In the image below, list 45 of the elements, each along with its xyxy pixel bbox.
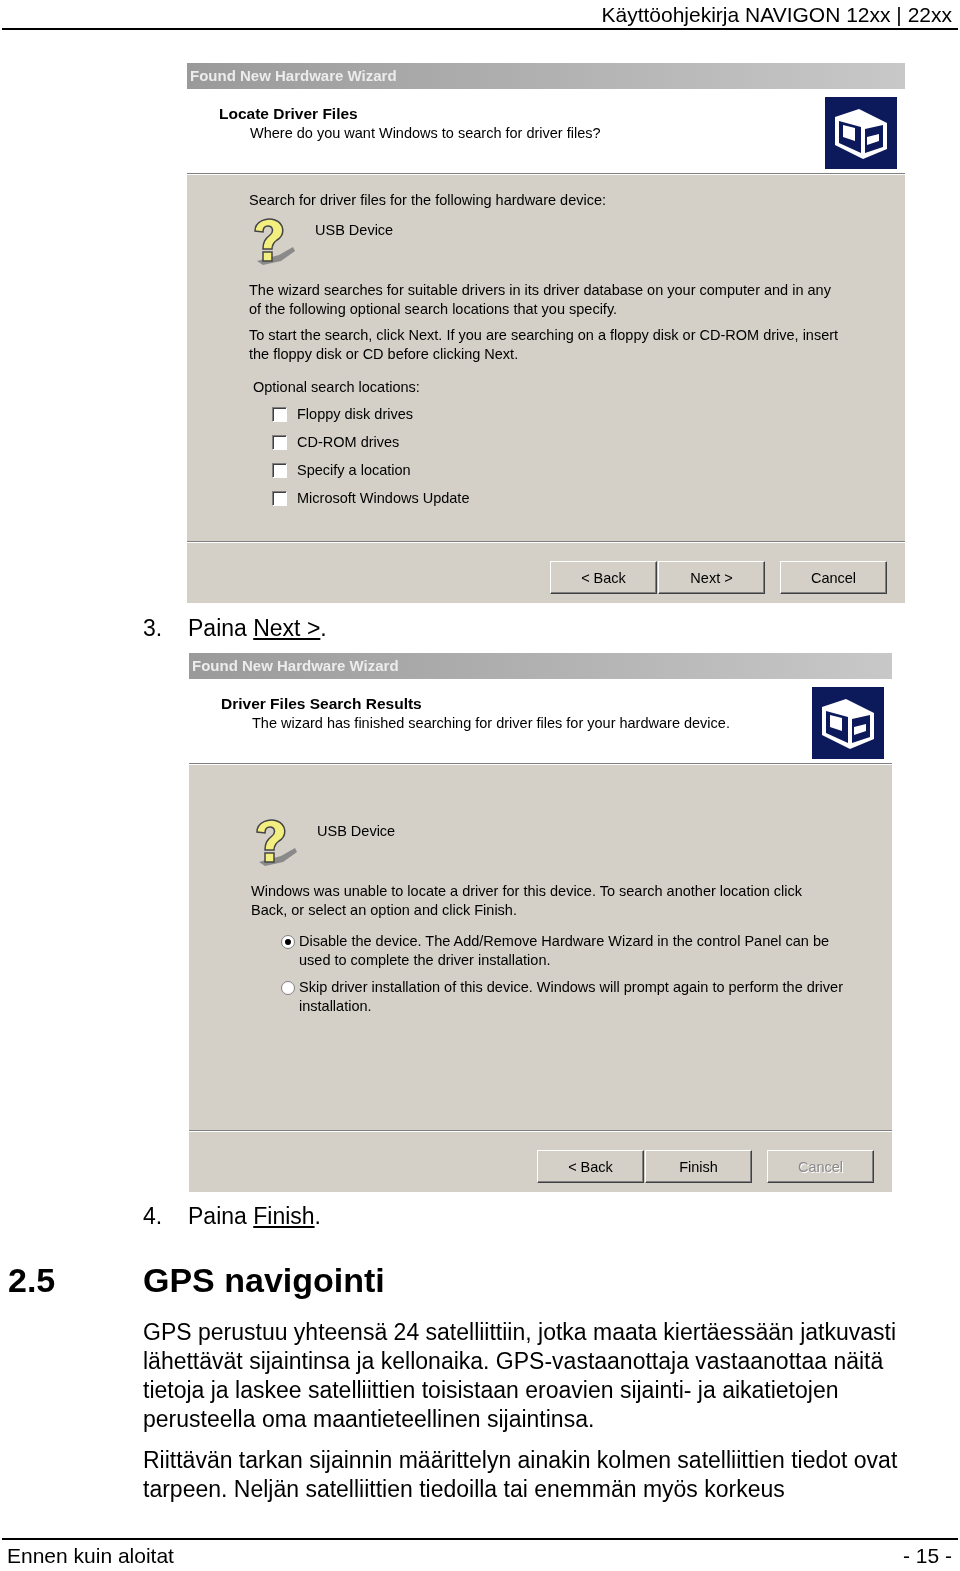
dialog-button[interactable]: Next >	[658, 561, 765, 594]
option-label[interactable]: CD-ROM drives	[297, 434, 400, 450]
dialog-button[interactable]: < Back	[537, 1150, 644, 1183]
step-number: 3.	[143, 614, 164, 642]
page-subheading: The wizard has finished searching for driver files for your hardware device.	[252, 714, 730, 733]
section-title: GPS navigointi	[143, 1260, 385, 1301]
checkbox[interactable]	[272, 406, 287, 422]
option-label[interactable]: Disable the device. The Add/Remove Hardware Wizard in the control Panel can be used to complete the driver installation.	[299, 932, 864, 970]
instruction-text: Windows was unable to locate a driver for this device. To search another location click Back, or select an option and click Finish.	[251, 882, 803, 920]
link[interactable]: Next >	[253, 614, 321, 641]
link[interactable]: Finish	[253, 1202, 315, 1229]
option-label[interactable]: Specify a location	[297, 462, 411, 478]
option-label[interactable]: Floppy disk drives	[297, 406, 414, 422]
radio-button[interactable]	[281, 935, 295, 949]
title-bar: Found New Hardware Wizard	[189, 653, 892, 679]
option-label[interactable]: Skip driver installation of this device. Windows will prompt again to perform the driver installation.	[299, 978, 864, 1016]
checkbox[interactable]	[272, 490, 287, 506]
group-label: Optional search locations:	[253, 378, 421, 397]
dialog-button[interactable]: < Back	[550, 561, 657, 594]
footer-text: Ennen kuin aloitat	[7, 1543, 174, 1568]
step-text: Paina Next >.	[188, 614, 327, 642]
option-label[interactable]: Microsoft Windows Update	[297, 490, 470, 506]
step-number: 4.	[143, 1202, 164, 1230]
radio-button[interactable]	[281, 981, 295, 995]
running-header: Käyttöohjekirja NAVIGON 12xx | 22xx	[601, 2, 952, 28]
page-heading: Driver Files Search Results	[221, 694, 423, 713]
checkbox[interactable]	[272, 462, 287, 478]
instruction-text: Search for driver files for the following hardware device:	[249, 191, 608, 210]
page-subheading: Where do you want Windows to search for driver files?	[250, 124, 601, 143]
hardware-box-icon	[825, 97, 897, 169]
dialog-button[interactable]: Cancel	[780, 561, 887, 594]
page-number: - 15 -	[903, 1543, 952, 1568]
device-name: USB Device	[315, 221, 394, 240]
hardware-box-icon	[812, 687, 884, 759]
instruction-text: To start the search, click Next. If you are searching on a floppy disk or CD-ROM drive, insert the floppy disk or CD before clicking Next.	[249, 326, 839, 364]
checkbox[interactable]	[272, 434, 287, 450]
body-paragraph: Riittävän tarkan sijainnin määrittelyn ainakin kolmen satelliittien tiedot ovat tarpeen. Neljän satelliittien tiedoilla tai enemmän myös korkeus	[143, 1446, 899, 1504]
section-number: 2.5	[8, 1260, 57, 1301]
title-bar: Found New Hardware Wizard	[187, 63, 905, 89]
dialog-button[interactable]: Finish	[645, 1150, 752, 1183]
device-name: USB Device	[317, 822, 396, 841]
instruction-text: The wizard searches for suitable drivers in its driver database on your computer and in any of the following optional search locations that you specify.	[249, 281, 832, 319]
body-paragraph: GPS perustuu yhteensä 24 satelliittiin, jotka maata kiertäessään jatkuvasti lähettävät sijaintinsa ja kellonaika. GPS-vastaanottaja vastaanottaa näitä tietoja ja laskee satelliittien toisistaan eroavien sijainti- ja aikatietojen perusteella oma maantieteellinen sijaintinsa.	[143, 1318, 897, 1434]
step-text: Paina Finish.	[188, 1202, 321, 1230]
page-heading: Locate Driver Files	[219, 104, 359, 123]
